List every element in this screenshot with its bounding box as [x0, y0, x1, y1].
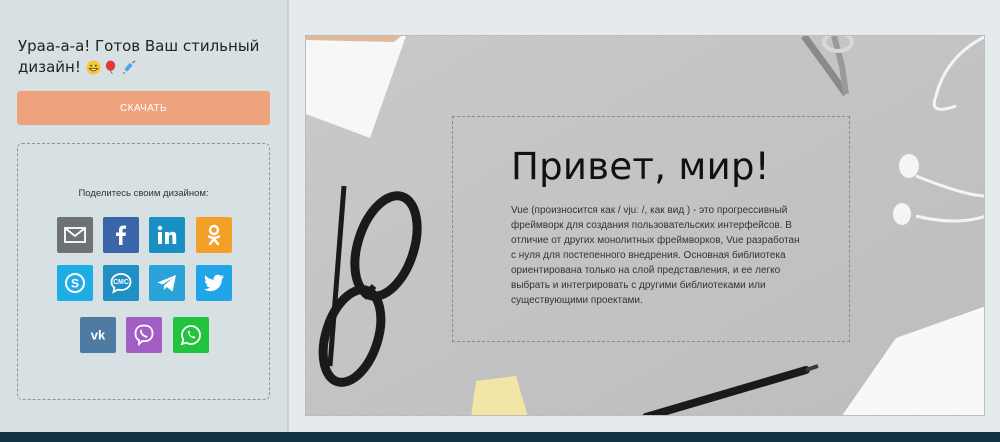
- telegram-icon: [157, 275, 176, 292]
- svg-text:vk: vk: [91, 328, 106, 343]
- linkedin-icon: [157, 225, 177, 244]
- hero-description: Vue (произносится как / vjuː /, как вид …: [511, 205, 800, 306]
- share-title: Поделитесь своим дизайном:: [78, 188, 209, 199]
- emoji-row: [86, 60, 137, 75]
- share-skype-button[interactable]: S: [57, 265, 93, 301]
- download-button[interactable]: СКАЧАТЬ: [17, 91, 270, 125]
- sms-label: СМС: [113, 279, 129, 286]
- content-card: Привет, мир! Vue (произносится как / vju…: [452, 116, 850, 342]
- email-icon: [64, 227, 86, 243]
- main-area: Привет, мир! Vue (произносится как / vju…: [291, 0, 1000, 432]
- balloon-icon: [105, 60, 115, 75]
- share-odnoklassniki-button[interactable]: [196, 217, 232, 253]
- share-twitter-button[interactable]: [196, 265, 232, 301]
- facebook-icon: [116, 225, 126, 245]
- grinning-face-icon: [86, 60, 101, 75]
- viber-icon: [134, 324, 154, 347]
- odnoklassniki-icon: [207, 224, 221, 246]
- share-telegram-button[interactable]: [149, 265, 185, 301]
- whatsapp-icon: [180, 325, 201, 346]
- share-panel: Поделитесь своим дизайном: S СМС vk: [17, 143, 270, 400]
- svg-text:S: S: [71, 277, 79, 291]
- share-email-button[interactable]: [57, 217, 93, 253]
- headline-text: Ураа-а-а! Готов Ваш стильный дизайн!: [18, 37, 260, 76]
- syringe-icon: [122, 60, 136, 75]
- vk-icon: vk: [91, 328, 106, 343]
- share-sms-button[interactable]: СМС: [103, 265, 139, 301]
- share-viber-button[interactable]: [126, 317, 162, 353]
- design-preview: Привет, мир! Vue (произносится как / vju…: [305, 35, 985, 416]
- footer-bar: [0, 432, 1000, 442]
- share-vk-button[interactable]: vk: [80, 317, 116, 353]
- skype-icon: S: [65, 273, 85, 293]
- twitter-icon: [203, 274, 224, 292]
- share-facebook-button[interactable]: [103, 217, 139, 253]
- share-whatsapp-button[interactable]: [173, 317, 209, 353]
- share-linkedin-button[interactable]: [149, 217, 185, 253]
- hero-heading: Привет, мир!: [511, 145, 770, 188]
- sidebar: Ураа-а-а! Готов Ваш стильный дизайн! СКА…: [0, 0, 289, 432]
- success-headline: Ураа-а-а! Готов Ваш стильный дизайн!: [18, 36, 278, 78]
